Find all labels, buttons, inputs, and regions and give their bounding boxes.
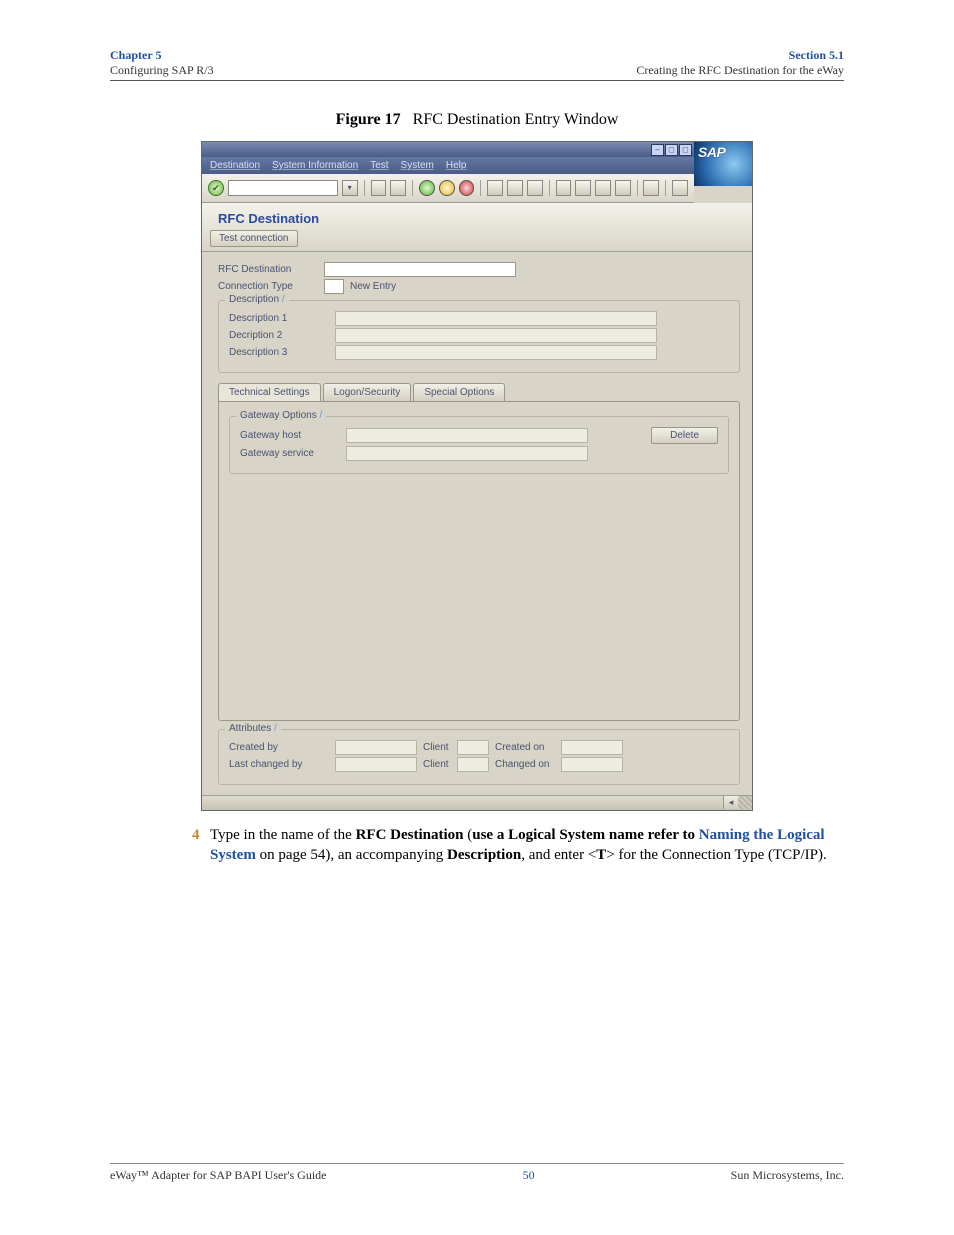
section-label: Section 5.1 xyxy=(636,48,844,63)
chapter-subtitle: Configuring SAP R/3 xyxy=(110,63,214,78)
next-page-icon[interactable] xyxy=(595,180,611,196)
find-icon[interactable] xyxy=(507,180,523,196)
footer-left: eWay™ Adapter for SAP BAPI User's Guide xyxy=(110,1168,326,1183)
connection-type-text: New Entry xyxy=(350,281,396,292)
connection-type-input[interactable] xyxy=(324,279,344,294)
command-dropdown-icon[interactable]: ▾ xyxy=(342,180,358,196)
sap-logo: SAP xyxy=(694,142,752,186)
last-page-icon[interactable] xyxy=(615,180,631,196)
horizontal-scrollbar[interactable]: ◂ xyxy=(202,795,752,810)
chapter-label: Chapter 5 xyxy=(110,48,214,63)
menu-help[interactable]: Help xyxy=(446,160,467,171)
changed-on-label: Changed on xyxy=(495,759,555,770)
scroll-left-icon[interactable]: ◂ xyxy=(723,796,738,809)
resize-grip-icon[interactable] xyxy=(738,796,752,809)
desc3-input[interactable] xyxy=(335,345,657,360)
footer-right: Sun Microsystems, Inc. xyxy=(731,1168,844,1183)
maximize-icon[interactable]: ◻ xyxy=(679,144,692,156)
command-field[interactable] xyxy=(228,180,338,196)
standard-toolbar: ✔ ▾ xyxy=(202,174,694,203)
step-number: 4 xyxy=(192,825,200,845)
new-session-icon[interactable] xyxy=(643,180,659,196)
red-cancel-icon[interactable] xyxy=(459,180,475,196)
test-connection-button[interactable]: Test connection xyxy=(210,230,298,247)
prev-page-icon[interactable] xyxy=(575,180,591,196)
tab-logon-security[interactable]: Logon/Security xyxy=(323,383,412,401)
created-on-value xyxy=(561,740,623,755)
client-label-2: Client xyxy=(423,759,451,770)
menu-bar: Destination System Information Test Syst… xyxy=(202,157,694,174)
minimize-icon[interactable]: – xyxy=(651,144,664,156)
desc1-input[interactable] xyxy=(335,311,657,326)
back-icon[interactable] xyxy=(371,180,387,196)
desc2-label: Decription 2 xyxy=(229,330,329,341)
tab-strip: Technical Settings Logon/Security Specia… xyxy=(218,383,740,401)
instruction-step: 4 Type in the name of the RFC Destinatio… xyxy=(210,825,834,866)
created-by-value xyxy=(335,740,417,755)
gateway-host-input[interactable] xyxy=(346,428,588,443)
save-icon[interactable] xyxy=(390,180,406,196)
rfc-destination-input[interactable] xyxy=(324,262,516,277)
created-by-label: Created by xyxy=(229,742,329,753)
tab-special-options[interactable]: Special Options xyxy=(413,383,505,401)
restore-icon[interactable]: ◻ xyxy=(665,144,678,156)
section-subtitle: Creating the RFC Destination for the eWa… xyxy=(636,63,844,78)
created-on-label: Created on xyxy=(495,742,555,753)
gateway-service-input[interactable] xyxy=(346,446,588,461)
desc1-label: Description 1 xyxy=(229,313,329,324)
window-titlebar: – ◻ ◻ SAP xyxy=(202,142,752,157)
changed-on-value xyxy=(561,757,623,772)
screen-title: RFC Destination xyxy=(210,207,744,230)
client-value-1 xyxy=(457,740,489,755)
last-changed-by-label: Last changed by xyxy=(229,759,329,770)
print-icon[interactable] xyxy=(487,180,503,196)
figure-caption: Figure 17 RFC Destination Entry Window xyxy=(0,111,954,129)
gateway-service-label: Gateway service xyxy=(240,448,340,459)
description-group: Description / Description 1 Decription 2… xyxy=(218,300,740,373)
delete-button[interactable]: Delete xyxy=(651,427,718,444)
yellow-exit-icon[interactable] xyxy=(439,180,455,196)
client-label-1: Client xyxy=(423,742,451,753)
gateway-options-group: Gateway Options / Gateway host Delete Ga… xyxy=(229,416,729,474)
last-changed-by-value xyxy=(335,757,417,772)
menu-destination[interactable]: Destination xyxy=(210,160,260,171)
menu-system[interactable]: System xyxy=(401,160,434,171)
connection-type-label: Connection Type xyxy=(218,281,318,292)
gateway-host-label: Gateway host xyxy=(240,430,340,441)
first-page-icon[interactable] xyxy=(556,180,572,196)
enter-icon[interactable]: ✔ xyxy=(208,180,224,196)
desc2-input[interactable] xyxy=(335,328,657,343)
page-number: 50 xyxy=(523,1168,535,1183)
tab-technical-settings[interactable]: Technical Settings xyxy=(218,383,321,401)
menu-system-information[interactable]: System Information xyxy=(272,160,358,171)
tab-pane: Gateway Options / Gateway host Delete Ga… xyxy=(218,401,740,721)
page-footer: eWay™ Adapter for SAP BAPI User's Guide … xyxy=(110,1163,844,1183)
header-rule xyxy=(110,80,844,81)
green-back-icon[interactable] xyxy=(419,180,435,196)
page-header: Chapter 5 Configuring SAP R/3 Section 5.… xyxy=(0,0,954,78)
client-value-2 xyxy=(457,757,489,772)
rfc-destination-label: RFC Destination xyxy=(218,264,318,275)
desc3-label: Description 3 xyxy=(229,347,329,358)
attributes-group: Attributes / Created by Client Created o… xyxy=(218,729,740,785)
find-next-icon[interactable] xyxy=(527,180,543,196)
menu-test[interactable]: Test xyxy=(370,160,388,171)
shortcut-icon[interactable] xyxy=(672,180,688,196)
sap-window: – ◻ ◻ SAP Destination System Information… xyxy=(201,141,753,811)
